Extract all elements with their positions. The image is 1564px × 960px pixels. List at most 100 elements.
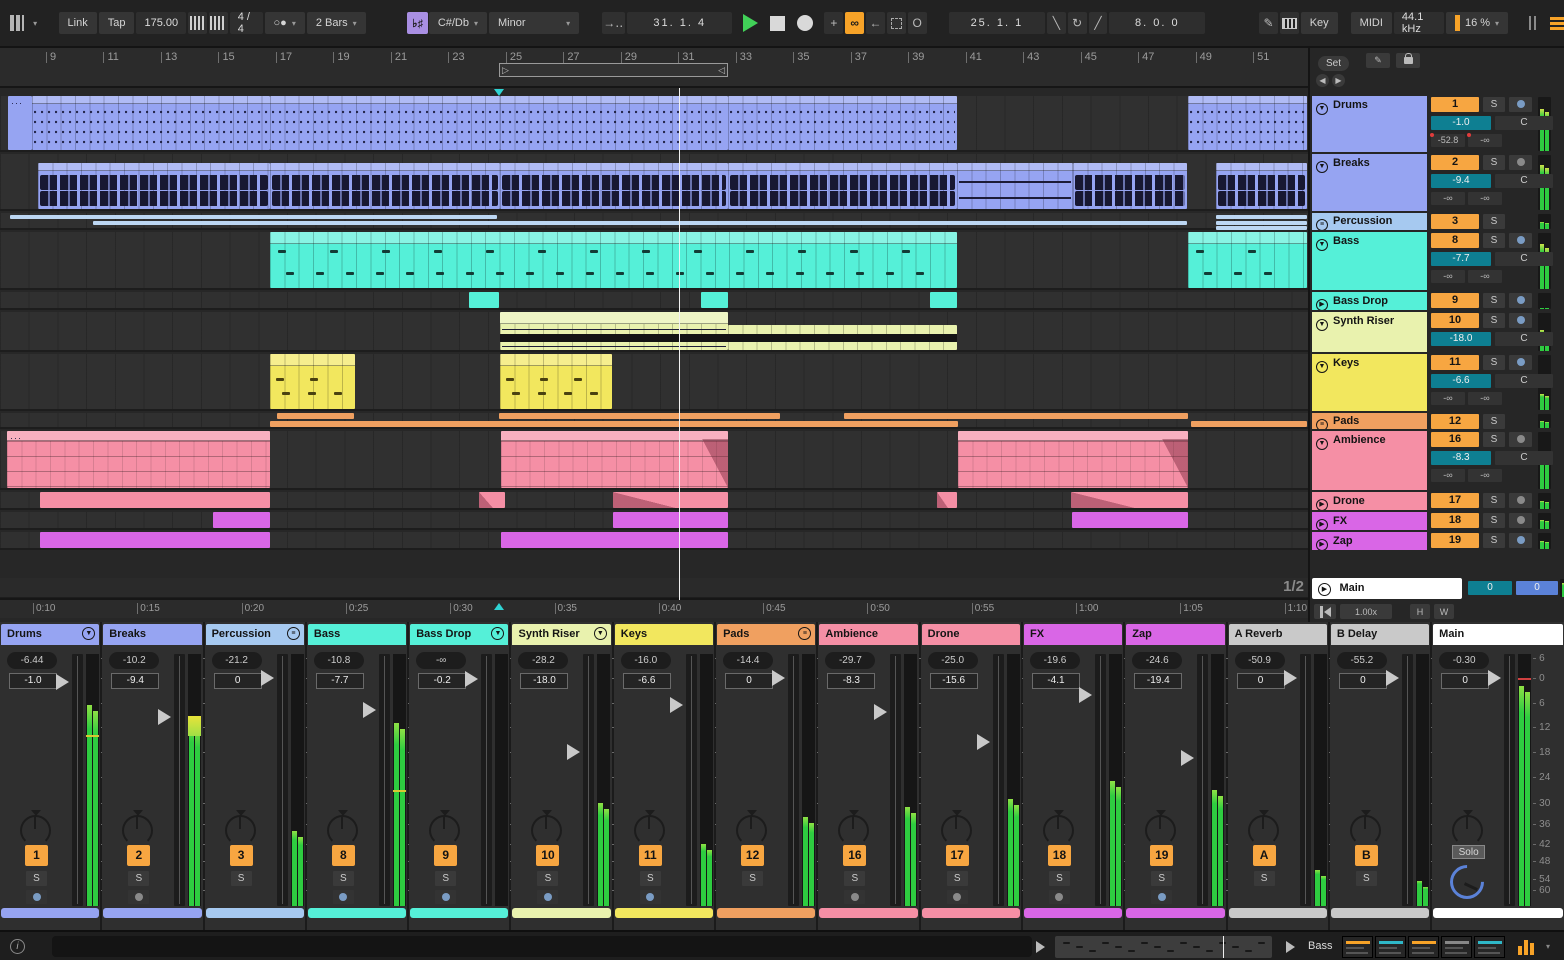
arm-button[interactable] — [639, 890, 661, 904]
cpu-meter[interactable]: 16 % ▾ — [1445, 12, 1509, 34]
nudge-up-icon[interactable] — [208, 12, 228, 34]
device-thumbnail[interactable] — [1408, 936, 1439, 958]
clip-drone[interactable] — [40, 492, 270, 508]
loop-start-marker-icon[interactable] — [494, 89, 504, 96]
bar-ruler[interactable]: 9 11 13 15 17 19 21 23 25 27 29 31 33 35 37 39 41 43 45 47 4… — [0, 48, 1308, 88]
fader-value-field[interactable]: 0 — [1236, 673, 1285, 689]
loop-start-field[interactable]: 25. 1. 1 — [948, 12, 1045, 34]
pan-knob[interactable] — [222, 810, 259, 849]
volume-field[interactable]: -7.7 — [1431, 252, 1491, 266]
mixer-track-title[interactable]: Breaks — [103, 624, 202, 645]
fader-value-field[interactable]: -1.0 — [9, 673, 57, 689]
main-volume-field[interactable]: 0 — [1468, 581, 1512, 595]
fader-handle[interactable] — [976, 734, 990, 750]
track-row-fx[interactable] — [0, 512, 1308, 530]
track-header-drone[interactable]: ▶ Drone — [1312, 492, 1427, 510]
clip-drums[interactable] — [270, 96, 500, 150]
computer-midi-keyboard-icon[interactable] — [1279, 12, 1299, 34]
fold-icon[interactable]: ▼ — [1316, 438, 1328, 450]
volume-fader[interactable] — [174, 654, 186, 906]
pan-knob[interactable] — [426, 810, 463, 849]
pan-field[interactable]: C — [1495, 116, 1553, 130]
peak-level-display[interactable]: -16.0 — [620, 652, 671, 669]
volume-field[interactable]: -6.6 — [1431, 374, 1491, 388]
arm-button[interactable] — [1509, 97, 1532, 112]
track-row-percussion[interactable] — [0, 213, 1308, 230]
solo-button[interactable]: S — [1483, 355, 1505, 370]
peak-level-display[interactable]: -10.2 — [109, 652, 160, 669]
fold-icon[interactable]: ▼ — [82, 627, 96, 640]
clip-pads[interactable] — [499, 413, 780, 419]
clip-percussion[interactable] — [10, 215, 497, 219]
menu-icon[interactable] — [1549, 16, 1564, 30]
arm-button[interactable] — [1048, 890, 1070, 904]
clip-bass-drop[interactable] — [701, 292, 728, 308]
clip-breaks[interactable] — [500, 163, 728, 209]
send-field[interactable]: -∞ — [1468, 392, 1502, 405]
window-options-caret-icon[interactable]: ▾ — [33, 19, 37, 28]
midi-map-button[interactable]: MIDI — [1350, 12, 1392, 34]
unfold-icon[interactable]: ▶ — [1316, 499, 1328, 510]
groove-amount-selector[interactable]: 2 Bars ▾ — [306, 12, 366, 34]
fader-handle[interactable] — [874, 704, 888, 721]
solo-button[interactable]: S — [1483, 414, 1505, 429]
fader-value-field[interactable]: 0 — [725, 673, 774, 689]
peak-level-display[interactable]: -6.44 — [7, 652, 57, 669]
clip-zap[interactable] — [501, 532, 728, 548]
fold-icon[interactable]: ▼ — [1316, 361, 1328, 373]
clip-percussion[interactable] — [93, 221, 1187, 225]
mixer-track-title[interactable]: B Delay — [1330, 624, 1430, 645]
fader-value-field[interactable]: -7.7 — [315, 673, 364, 689]
solo-button[interactable]: S — [844, 871, 866, 886]
session-record-button[interactable]: O — [907, 12, 927, 34]
track-number-box[interactable]: 3 — [1431, 214, 1479, 229]
volume-fader[interactable] — [1401, 654, 1413, 906]
volume-fader[interactable] — [685, 654, 697, 906]
track-number-box[interactable]: 11 — [1431, 355, 1479, 370]
volume-fader[interactable] — [583, 654, 595, 906]
pan-knob[interactable] — [1347, 810, 1384, 849]
nudge-down-icon[interactable] — [188, 12, 207, 34]
audition-icon[interactable] — [1314, 604, 1336, 619]
clip-ambience[interactable] — [958, 431, 1188, 488]
track-header-drums[interactable]: ▼ Drums — [1312, 96, 1427, 152]
mixer-track-title[interactable]: Bass — [307, 624, 407, 645]
fold-icon[interactable]: ▼ — [1316, 239, 1328, 251]
draw-mode-icon[interactable]: ✎ — [1259, 12, 1278, 34]
fold-icon[interactable]: ▼ — [593, 627, 607, 640]
pan-field[interactable]: C — [1495, 252, 1553, 266]
track-number-box[interactable]: 2 — [127, 845, 151, 866]
solo-button[interactable]: S — [1483, 533, 1505, 548]
fader-value-field[interactable]: 0 — [213, 673, 262, 689]
clip-drone[interactable] — [613, 492, 728, 508]
device-thumbnail[interactable] — [1441, 936, 1472, 958]
fader-handle[interactable] — [1078, 687, 1092, 704]
track-row-pads[interactable] — [0, 413, 1308, 429]
solo-button[interactable]: S — [1253, 871, 1275, 886]
clip-drums[interactable] — [500, 96, 728, 150]
clip-drone[interactable] — [937, 492, 957, 508]
solo-button[interactable]: S — [742, 871, 764, 886]
track-header-fx[interactable]: ▶ FX — [1312, 512, 1427, 530]
loop-length-field[interactable]: 8. 0. 0 — [1109, 12, 1206, 34]
clip-drums[interactable]: ··· — [8, 96, 32, 150]
peak-level-display[interactable]: -∞ — [416, 652, 467, 669]
track-number-box[interactable]: 19 — [1150, 845, 1174, 866]
solo-button[interactable]: S — [1483, 214, 1505, 229]
volume-fader[interactable] — [481, 654, 493, 906]
zoom-width-button[interactable]: W — [1434, 604, 1454, 619]
track-number-box[interactable]: 8 — [1431, 233, 1479, 248]
track-number-box[interactable]: 10 — [536, 845, 560, 866]
device-view-toggle-icon[interactable] — [1518, 939, 1540, 955]
mixer-track-title[interactable]: Drums ▼ — [1, 624, 100, 645]
clip-percussion[interactable] — [1216, 221, 1307, 225]
time-ruler[interactable]: 0:10 0:15 0:20 0:25 0:30 0:35 0:40 0:45 0:50 0:55… — [0, 598, 1308, 618]
fader-handle[interactable] — [772, 670, 786, 686]
main-pan-field[interactable]: 0 — [1516, 581, 1558, 595]
solo-button[interactable]: S — [435, 871, 457, 886]
pan-field[interactable]: C — [1495, 374, 1553, 388]
volume-field[interactable]: -1.0 — [1431, 116, 1491, 130]
pan-knob[interactable] — [733, 810, 770, 849]
pan-knob[interactable] — [1142, 810, 1179, 849]
solo-button[interactable]: S — [1355, 871, 1377, 886]
